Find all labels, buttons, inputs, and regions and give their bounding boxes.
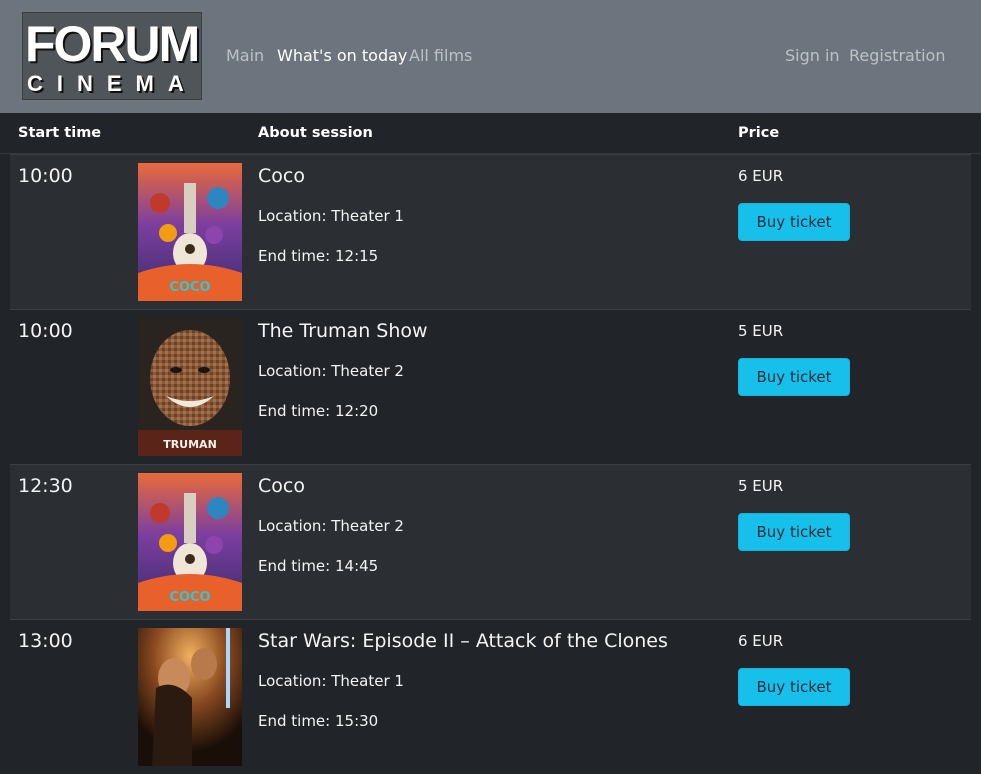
svg-text:FORUM: FORUM <box>25 16 198 72</box>
table-row: 13:00 Star Wars: Episode II – Attack of … <box>10 619 971 774</box>
session-price: 5 EUR <box>738 322 784 340</box>
session-price: 6 EUR <box>738 632 784 650</box>
star-wars-poster[interactable] <box>138 628 242 766</box>
session-end-time: End time: 15:30 <box>258 712 379 730</box>
table-row: 10:00 TRUMAN The Truman Show Location: T… <box>10 309 971 464</box>
start-time: 10:00 <box>18 320 73 342</box>
buy-ticket-button[interactable]: Buy ticket <box>738 513 850 551</box>
film-title: Coco <box>258 475 305 497</box>
header-about-session: About session <box>258 125 373 141</box>
coco-poster-text: COCO <box>169 590 210 605</box>
sessions-table: 10:00 COCO Coco Location: Theater 1 End <box>0 154 981 774</box>
navbar: FORUM FORUM CINEMA CINEMA Main What's on… <box>0 0 981 113</box>
truman-poster-text: TRUMAN <box>163 438 217 451</box>
session-price: 5 EUR <box>738 477 784 495</box>
start-time: 12:30 <box>18 475 73 497</box>
start-time: 13:00 <box>18 630 73 652</box>
film-title: Star Wars: Episode II – Attack of the Cl… <box>258 630 668 652</box>
truman-show-poster[interactable]: TRUMAN <box>138 318 242 456</box>
nav-whats-on-today[interactable]: What's on today <box>277 45 407 67</box>
forum-cinema-logo[interactable]: FORUM FORUM CINEMA CINEMA <box>22 12 202 100</box>
buy-ticket-button[interactable]: Buy ticket <box>738 358 850 396</box>
table-row: 10:00 COCO Coco Location: Theater 1 End <box>10 154 971 309</box>
session-price: 6 EUR <box>738 167 784 185</box>
session-end-time: End time: 14:45 <box>258 557 379 575</box>
session-end-time: End time: 12:20 <box>258 402 379 420</box>
nav-sign-in[interactable]: Sign in <box>785 45 840 67</box>
header-price: Price <box>738 125 780 141</box>
film-title: Coco <box>258 165 305 187</box>
buy-ticket-button[interactable]: Buy ticket <box>738 203 850 241</box>
svg-text:CINEMA: CINEMA <box>27 71 198 96</box>
nav-registration[interactable]: Registration <box>849 45 945 67</box>
session-location: Location: Theater 2 <box>258 517 404 535</box>
nav-all-films[interactable]: All films <box>409 45 472 67</box>
session-location: Location: Theater 1 <box>258 207 404 225</box>
coco-poster-text: COCO <box>169 280 210 295</box>
table-header: Start time About session Price <box>0 113 981 154</box>
table-row: 12:30 COCO Coco Location: Theater 2 End <box>10 464 971 619</box>
film-title: The Truman Show <box>258 320 428 342</box>
session-location: Location: Theater 2 <box>258 362 404 380</box>
coco-poster[interactable]: COCO <box>138 163 242 301</box>
session-end-time: End time: 12:15 <box>258 247 379 265</box>
nav-main[interactable]: Main <box>226 45 264 67</box>
coco-poster[interactable]: COCO <box>138 473 242 611</box>
header-start-time: Start time <box>18 125 102 141</box>
buy-ticket-button[interactable]: Buy ticket <box>738 668 850 706</box>
start-time: 10:00 <box>18 165 73 187</box>
session-location: Location: Theater 1 <box>258 672 404 690</box>
